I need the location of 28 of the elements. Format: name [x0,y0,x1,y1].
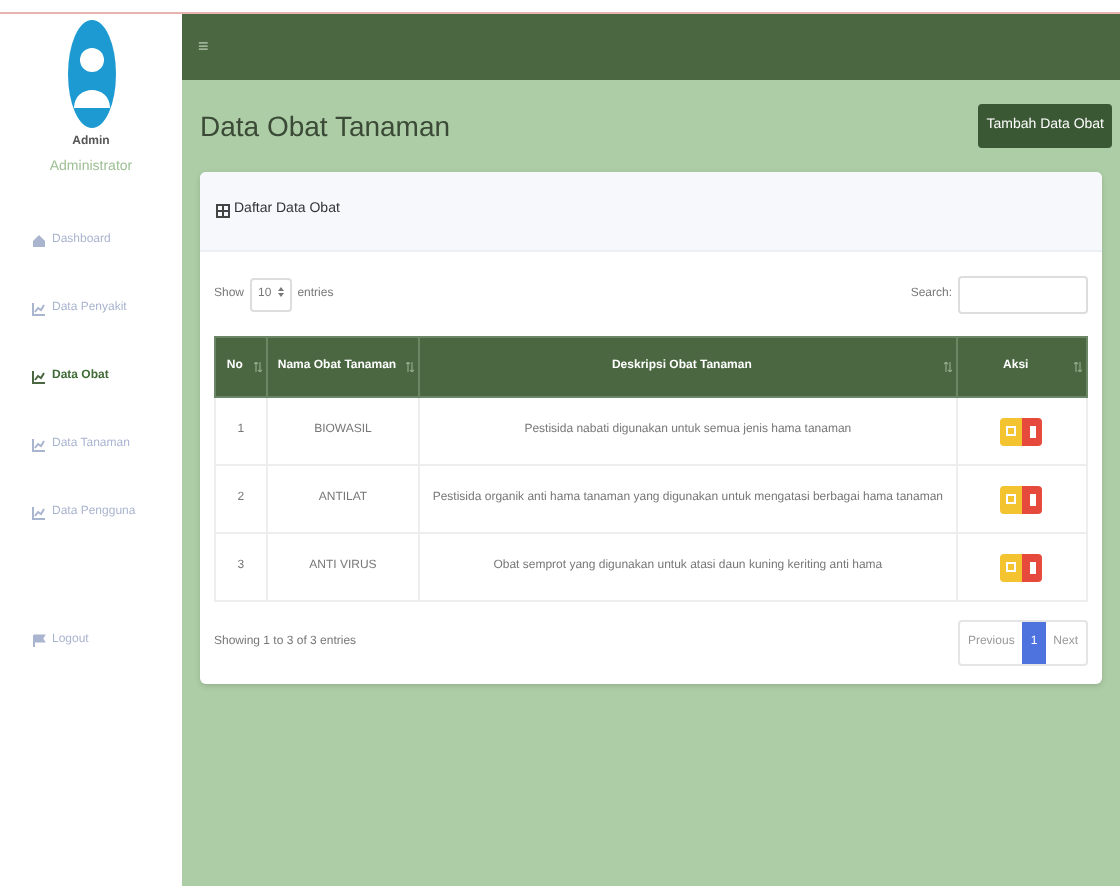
search-field[interactable] [958,275,1088,313]
sort-icon [406,362,415,372]
home-icon [32,234,46,248]
flag-icon [32,634,46,648]
chart-icon [32,370,46,384]
delete-button[interactable] [1022,485,1043,513]
sort-icon [943,362,952,372]
chart-icon [32,302,46,316]
trash-icon [1029,561,1036,573]
chart-icon [32,506,46,520]
sort-icon [1074,362,1082,372]
chart-icon [32,438,46,452]
edit-button[interactable] [1000,485,1023,513]
sort-icon [253,362,262,372]
edit-button[interactable] [1000,417,1023,445]
edit-button[interactable] [1000,553,1023,581]
edit-icon [1006,426,1017,436]
table-icon [216,204,230,218]
menu-icon[interactable]: ≡ [198,33,209,61]
delete-button[interactable] [1022,553,1043,581]
trash-icon [1029,493,1036,505]
edit-icon [1006,494,1017,504]
delete-button[interactable] [1022,417,1043,445]
page-title: Data Obat Tanaman [200,107,451,145]
edit-icon [1006,562,1017,572]
avatar-icon [67,20,115,128]
dropdown-arrows-icon [277,285,284,297]
trash-icon [1029,425,1036,437]
